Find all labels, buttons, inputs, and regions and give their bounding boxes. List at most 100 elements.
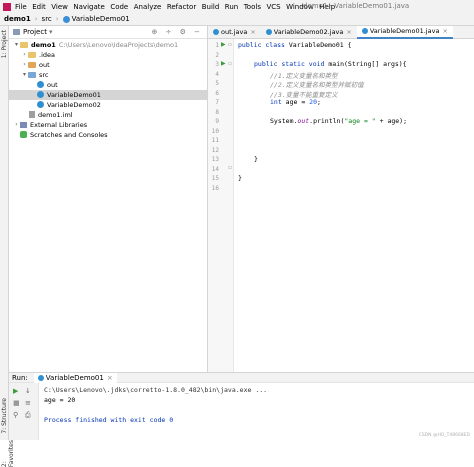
fold-icon[interactable]: ▫: [228, 41, 232, 48]
run-class-icon[interactable]: ▶: [221, 41, 226, 48]
breadcrumb-separator: ›: [34, 15, 38, 23]
chevron-down-icon[interactable]: ▾: [49, 28, 53, 36]
rerun-icon[interactable]: ▶: [13, 387, 18, 395]
soft-wrap-icon[interactable]: ≡: [25, 399, 31, 407]
fold-icon[interactable]: ▫: [228, 164, 232, 171]
class-icon: [265, 29, 272, 35]
favorites-tool-tab[interactable]: 2: Favorites: [1, 440, 15, 467]
structure-tool-tab[interactable]: 7: Structure: [1, 398, 8, 434]
run-label: Run:: [12, 373, 28, 382]
menu-run[interactable]: Run: [225, 3, 238, 11]
run-console[interactable]: C:\Users\Lenovo\.jdks\corretto-1.8.0_482…: [40, 383, 474, 440]
folder-icon: [28, 61, 36, 68]
class-icon: [213, 29, 219, 35]
pin-icon[interactable]: ⚲: [13, 411, 18, 419]
line-number: 11: [211, 137, 219, 144]
tree-item-idea[interactable]: › .idea: [21, 50, 55, 60]
line-number: 16: [211, 184, 219, 192]
tree-item-scratches[interactable]: Scratches and Consoles: [20, 130, 108, 140]
line-number: 12: [211, 146, 219, 154]
run-method-icon[interactable]: ▶: [221, 60, 226, 67]
scroll-icon[interactable]: ↓: [25, 387, 31, 395]
class-icon: [361, 28, 368, 34]
menu-navigate[interactable]: Navigate: [73, 3, 104, 11]
line-number: 5: [215, 80, 219, 87]
menu-analyze[interactable]: Analyze: [134, 3, 162, 11]
tree-label: out: [47, 80, 58, 89]
source-folder-icon: [28, 71, 36, 78]
tree-item-demo1-iml[interactable]: demo1.iml: [29, 110, 73, 120]
line-number: 6: [215, 89, 219, 97]
menu-vcs[interactable]: VCS: [266, 3, 280, 11]
menu-edit[interactable]: Edit: [32, 3, 46, 11]
tree-item-src[interactable]: ▾ src: [21, 70, 49, 80]
chevron-right-icon[interactable]: ›: [21, 51, 28, 58]
code-line: public class VariableDemo01 {: [238, 41, 352, 49]
project-panel-title[interactable]: Project: [23, 28, 47, 36]
menu-refactor[interactable]: Refactor: [167, 3, 196, 11]
file-icon: [29, 111, 35, 119]
tab-variabledemo02[interactable]: VariableDemo02.java ×: [261, 26, 357, 39]
code-line: public static void main(String[] args){: [254, 60, 407, 68]
panel-toolbar-icons[interactable]: ⊕ ÷ ⚙ −: [151, 28, 203, 36]
menu-build[interactable]: Build: [202, 3, 220, 11]
tree-item-demo1[interactable]: ▾ demo1 C:\Users\Lenovo\IdeaProjects\dem…: [13, 40, 178, 50]
tree-item-variabledemo02[interactable]: VariableDemo02: [37, 100, 101, 110]
chevron-down-icon[interactable]: ▾: [21, 71, 28, 78]
close-icon[interactable]: ×: [250, 28, 255, 36]
tree-label: src: [39, 70, 49, 79]
left-tool-stripe: 1: Project 7: Structure 2: Favorites: [0, 26, 15, 467]
breadcrumb-src[interactable]: src: [42, 15, 52, 23]
run-tab-variabledemo01[interactable]: VariableDemo01 ×: [33, 372, 117, 383]
fold-icon[interactable]: ▫: [228, 60, 232, 67]
tree-item-out-class[interactable]: out: [37, 80, 58, 90]
menu-view[interactable]: View: [51, 3, 68, 11]
run-tab-label: VariableDemo01: [45, 373, 104, 382]
tree-item-variabledemo01[interactable]: VariableDemo01: [9, 90, 207, 100]
console-line: age = 20: [44, 396, 76, 404]
close-icon[interactable]: ×: [346, 28, 351, 36]
project-panel-header: Project ▾ ⊕ ÷ ⚙ −: [9, 26, 207, 39]
code-editor[interactable]: public class VariableDemo01 { public sta…: [234, 39, 474, 372]
code-line: }: [238, 174, 242, 182]
line-number: 10: [211, 127, 219, 135]
class-icon: [37, 81, 44, 89]
window-title: demo1 - VariableDemo01.java: [303, 2, 410, 10]
chevron-down-icon[interactable]: ▾: [13, 41, 20, 48]
tab-variabledemo01[interactable]: VariableDemo01.java ×: [356, 25, 453, 39]
chevron-right-icon[interactable]: ›: [13, 121, 20, 128]
breadcrumb-file[interactable]: VariableDemo01: [72, 15, 130, 23]
intellij-logo-icon: [3, 2, 11, 11]
tree-item-external-libraries[interactable]: › External Libraries: [13, 120, 87, 130]
stop-icon[interactable]: ■: [13, 399, 20, 407]
library-icon: [20, 121, 27, 128]
line-number: 15: [211, 175, 219, 182]
menu-file[interactable]: File: [15, 3, 27, 11]
menu-code[interactable]: Code: [110, 3, 128, 11]
breadcrumb-project[interactable]: demo1: [4, 15, 31, 23]
class-icon: [37, 91, 44, 99]
tree-label: External Libraries: [30, 120, 88, 129]
tree-label: out: [39, 60, 50, 69]
tab-out-java[interactable]: out.java ×: [208, 26, 261, 39]
console-line: Process finished with exit code 0: [44, 416, 174, 424]
close-icon[interactable]: ×: [107, 374, 113, 382]
line-number: 4: [215, 70, 219, 78]
breadcrumb-separator: ›: [55, 15, 59, 23]
tab-label: out.java: [221, 28, 248, 36]
module-folder-icon: [20, 41, 28, 48]
tree-item-out-folder[interactable]: › out: [21, 60, 50, 70]
line-number: 14: [211, 165, 219, 173]
tree-path: C:\Users\Lenovo\IdeaProjects\demo1: [58, 40, 179, 49]
breadcrumb: demo1 › src › VariableDemo01: [0, 13, 474, 26]
print-icon[interactable]: ⎙: [25, 411, 31, 420]
tree-label: VariableDemo02: [47, 100, 101, 109]
menu-tools[interactable]: Tools: [244, 3, 261, 11]
chevron-right-icon[interactable]: ›: [21, 61, 28, 68]
close-icon[interactable]: ×: [442, 27, 447, 35]
run-panel-header: Run: VariableDemo01 ×: [9, 372, 474, 383]
scratch-icon: [20, 131, 27, 139]
line-number: 1: [215, 42, 219, 49]
tab-label: VariableDemo02.java: [273, 28, 344, 36]
project-tool-tab[interactable]: 1: Project: [1, 30, 8, 58]
